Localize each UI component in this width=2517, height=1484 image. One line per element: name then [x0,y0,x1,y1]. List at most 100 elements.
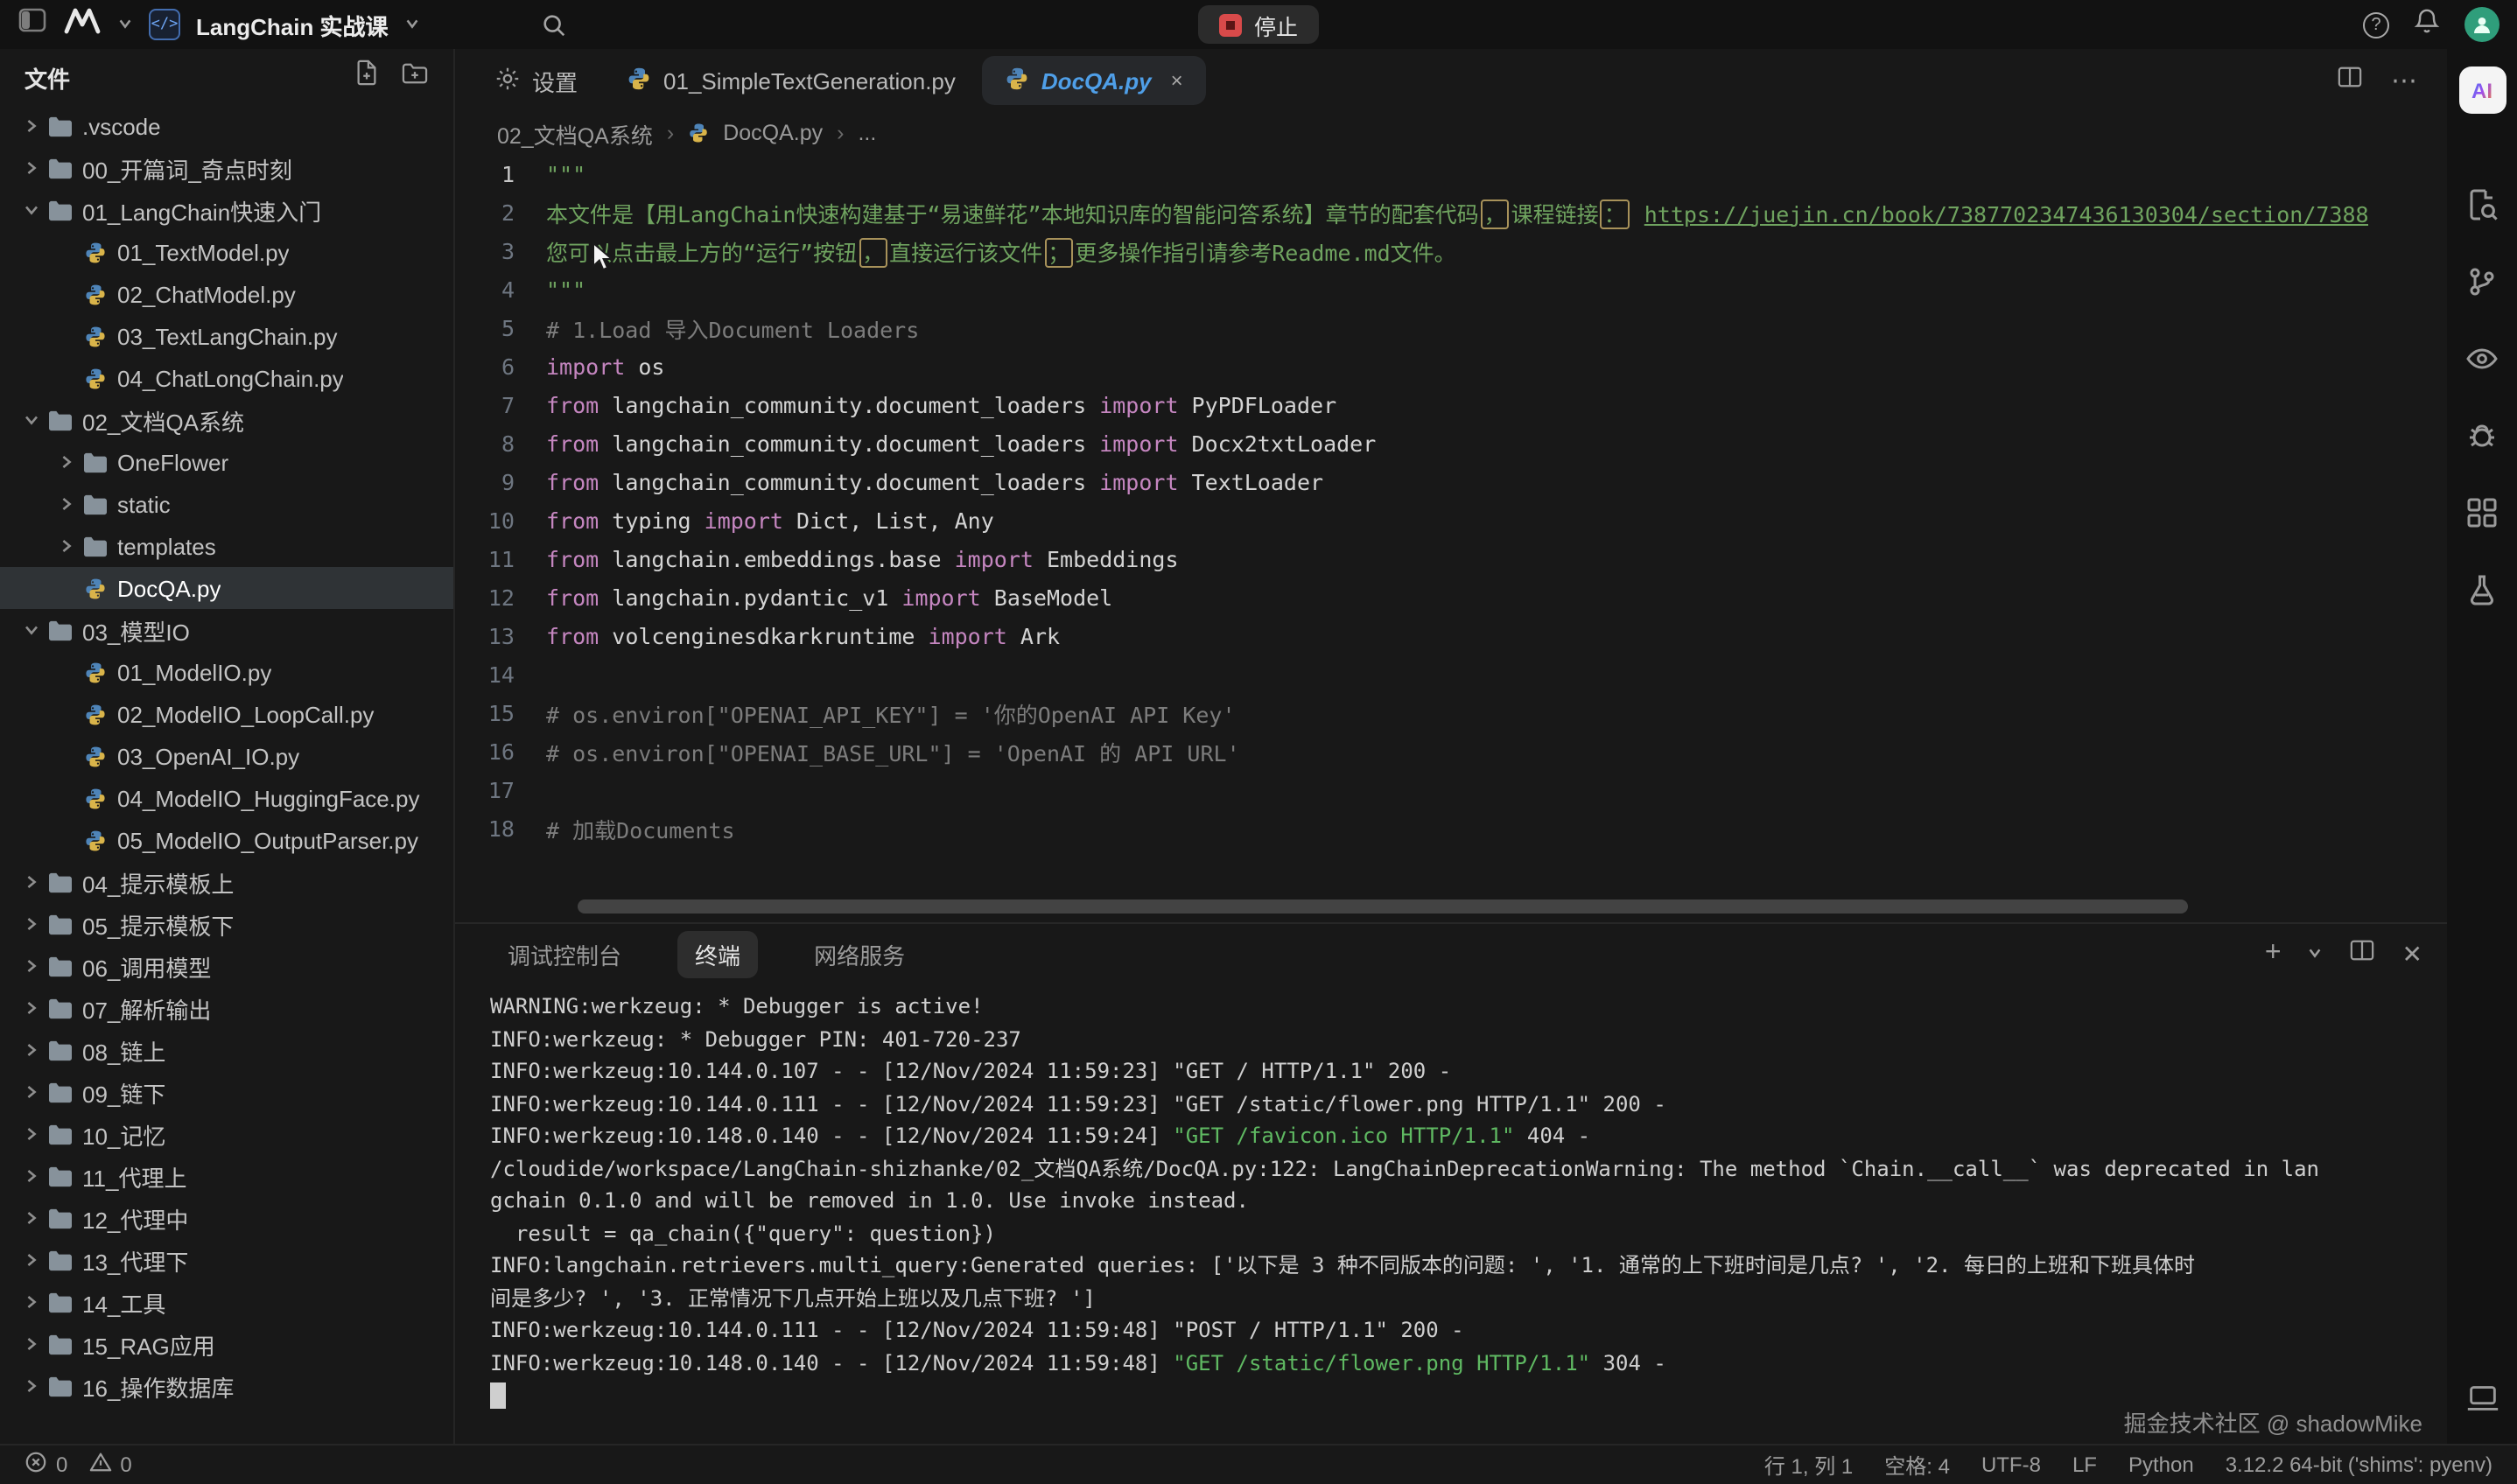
encoding[interactable]: UTF-8 [1981,1452,2041,1477]
workspace-title[interactable]: LangChain 实战课 [196,8,389,41]
code-line[interactable]: 15# os.environ["OPENAI_API_KEY"] = '你的Op… [455,693,2447,732]
extensions-grid-icon[interactable] [2464,495,2499,539]
chevron-right-icon[interactable] [18,159,44,177]
problems-indicator[interactable]: 0 0 [25,1451,132,1479]
chevron-right-icon[interactable] [18,1377,44,1395]
tree-file[interactable]: 03_OpenAI_IO.py [0,735,453,777]
tree-folder[interactable]: 03_模型IO [0,609,453,651]
chevron-right-icon[interactable] [53,495,79,513]
tree-folder[interactable]: 09_链下 [0,1071,453,1113]
code-line[interactable]: 14 [455,654,2447,693]
code-line[interactable]: 8from langchain_community.document_loade… [455,424,2447,462]
chevron-down-icon[interactable] [2308,938,2324,970]
tree-folder[interactable]: 11_代理上 [0,1155,453,1197]
tree-folder[interactable]: 04_提示模板上 [0,861,453,903]
code-line[interactable]: 18# 加载Documents [455,808,2447,847]
tree-folder[interactable]: 12_代理中 [0,1197,453,1239]
avatar[interactable] [2464,7,2499,42]
tree-file[interactable]: 02_ModelIO_LoopCall.py [0,693,453,735]
close-panel-icon[interactable]: ✕ [2402,939,2422,969]
close-tab-icon[interactable]: × [1171,68,1183,93]
split-editor-icon[interactable] [2337,64,2363,97]
code-line[interactable]: 5# 1.Load 导入Document Loaders [455,308,2447,346]
code-viewport[interactable]: 1"""2本文件是【用LangChain快速构建基于“易速鲜花”本地知识库的智能… [455,154,2447,922]
git-branch-icon[interactable] [2464,264,2499,308]
code-line[interactable]: 9from langchain_community.document_loade… [455,462,2447,500]
more-actions-icon[interactable]: ⋯ [2391,65,2419,96]
breadcrumb-folder[interactable]: 02_文档QA系统 [497,116,653,150]
eye-icon[interactable] [2464,341,2499,385]
terminal-output[interactable]: WARNING:werkzeug: * Debugger is active!I… [455,984,2447,1418]
chevron-right-icon[interactable] [18,1083,44,1101]
tree-folder[interactable]: 15_RAG应用 [0,1323,453,1365]
tree-folder[interactable]: 05_提示模板下 [0,903,453,945]
tree-folder[interactable]: 14_工具 [0,1281,453,1323]
stop-button[interactable]: 停止 [1198,5,1319,44]
tree-file[interactable]: 05_ModelIO_OutputParser.py [0,819,453,861]
tree-folder[interactable]: 16_操作数据库 [0,1365,453,1407]
tree-file[interactable]: 04_ChatLongChain.py [0,357,453,399]
tree-file[interactable]: DocQA.py [0,567,453,609]
chevron-right-icon[interactable] [18,1041,44,1059]
chevron-right-icon[interactable] [18,1167,44,1185]
code-line[interactable]: 13from volcenginesdkarkruntime import Ar… [455,616,2447,654]
tree-folder[interactable]: 10_记忆 [0,1113,453,1155]
tree-folder[interactable]: 08_链上 [0,1029,453,1071]
code-line[interactable]: 16# os.environ["OPENAI_BASE_URL"] = 'Ope… [455,732,2447,770]
chevron-right-icon[interactable] [18,1335,44,1353]
chevron-down-icon[interactable] [18,201,44,219]
tree-folder[interactable]: 01_LangChain快速入门 [0,189,453,231]
code-line[interactable]: 1""" [455,154,2447,192]
code-line[interactable]: 12from langchain.pydantic_v1 import Base… [455,578,2447,616]
tree-file[interactable]: 01_ModelIO.py [0,651,453,693]
chevron-right-icon[interactable] [18,117,44,135]
bug-icon[interactable] [2464,418,2499,462]
chevron-down-icon[interactable] [404,9,420,40]
tree-folder[interactable]: 13_代理下 [0,1239,453,1281]
chevron-down-icon[interactable] [18,621,44,639]
tree-folder[interactable]: 07_解析输出 [0,987,453,1029]
tree-folder[interactable]: 00_开篇词_奇点时刻 [0,147,453,189]
tree-file[interactable]: 03_TextLangChain.py [0,315,453,357]
laptop-icon[interactable] [2464,1382,2500,1423]
help-icon[interactable]: ? [2363,11,2389,38]
chevron-right-icon[interactable] [18,915,44,933]
indent-setting[interactable]: 空格: 4 [1884,1450,1950,1480]
app-logo[interactable] [63,6,102,43]
tab-debug-console[interactable]: 调试控制台 [490,930,639,977]
chevron-down-icon[interactable] [18,411,44,429]
tree-folder[interactable]: 02_文档QA系统 [0,399,453,441]
tree-file[interactable]: 01_TextModel.py [0,231,453,273]
tree-folder[interactable]: templates [0,525,453,567]
tree-folder[interactable]: static [0,483,453,525]
tree-file[interactable]: 02_ChatModel.py [0,273,453,315]
tab-simple-text-generation[interactable]: 01_SimpleTextGeneration.py [604,56,978,105]
horizontal-scrollbar[interactable] [578,900,2188,914]
code-line[interactable]: 2本文件是【用LangChain快速构建基于“易速鲜花”本地知识库的智能问答系统… [455,192,2447,231]
new-file-icon[interactable] [354,60,380,94]
chevron-right-icon[interactable] [18,999,44,1017]
chevron-right-icon[interactable] [53,537,79,555]
ai-assistant-button[interactable]: AI [2458,66,2506,114]
tree-folder[interactable]: .vscode [0,105,453,147]
file-search-icon[interactable] [2464,187,2499,231]
tab-network-service[interactable]: 网络服务 [796,930,922,977]
sidebar-toggle-icon[interactable] [18,5,47,44]
chevron-right-icon[interactable] [18,1293,44,1311]
chevron-right-icon[interactable] [18,1209,44,1227]
bell-icon[interactable] [2414,6,2440,43]
breadcrumb-file[interactable]: DocQA.py [723,121,823,145]
new-folder-icon[interactable] [401,60,429,94]
chevron-right-icon[interactable] [53,453,79,471]
split-panel-icon[interactable] [2350,937,2376,970]
search-icon[interactable] [541,11,567,38]
new-terminal-icon[interactable]: + [2265,938,2282,970]
tab-settings[interactable]: 设置 [473,56,600,105]
code-line[interactable]: 10from typing import Dict, List, Any [455,500,2447,539]
language-mode[interactable]: Python [2128,1452,2194,1477]
editor-area[interactable]: 设置 01_SimpleTextGeneration.py DocQA.py × [455,49,2447,922]
tab-docqa[interactable]: DocQA.py × [982,56,1206,105]
chevron-down-icon[interactable] [117,9,133,40]
code-line[interactable]: 3您可以点击最上方的“运行”按钮，直接运行该文件；更多操作指引请参考Readme… [455,231,2447,270]
chevron-right-icon[interactable] [18,873,44,891]
